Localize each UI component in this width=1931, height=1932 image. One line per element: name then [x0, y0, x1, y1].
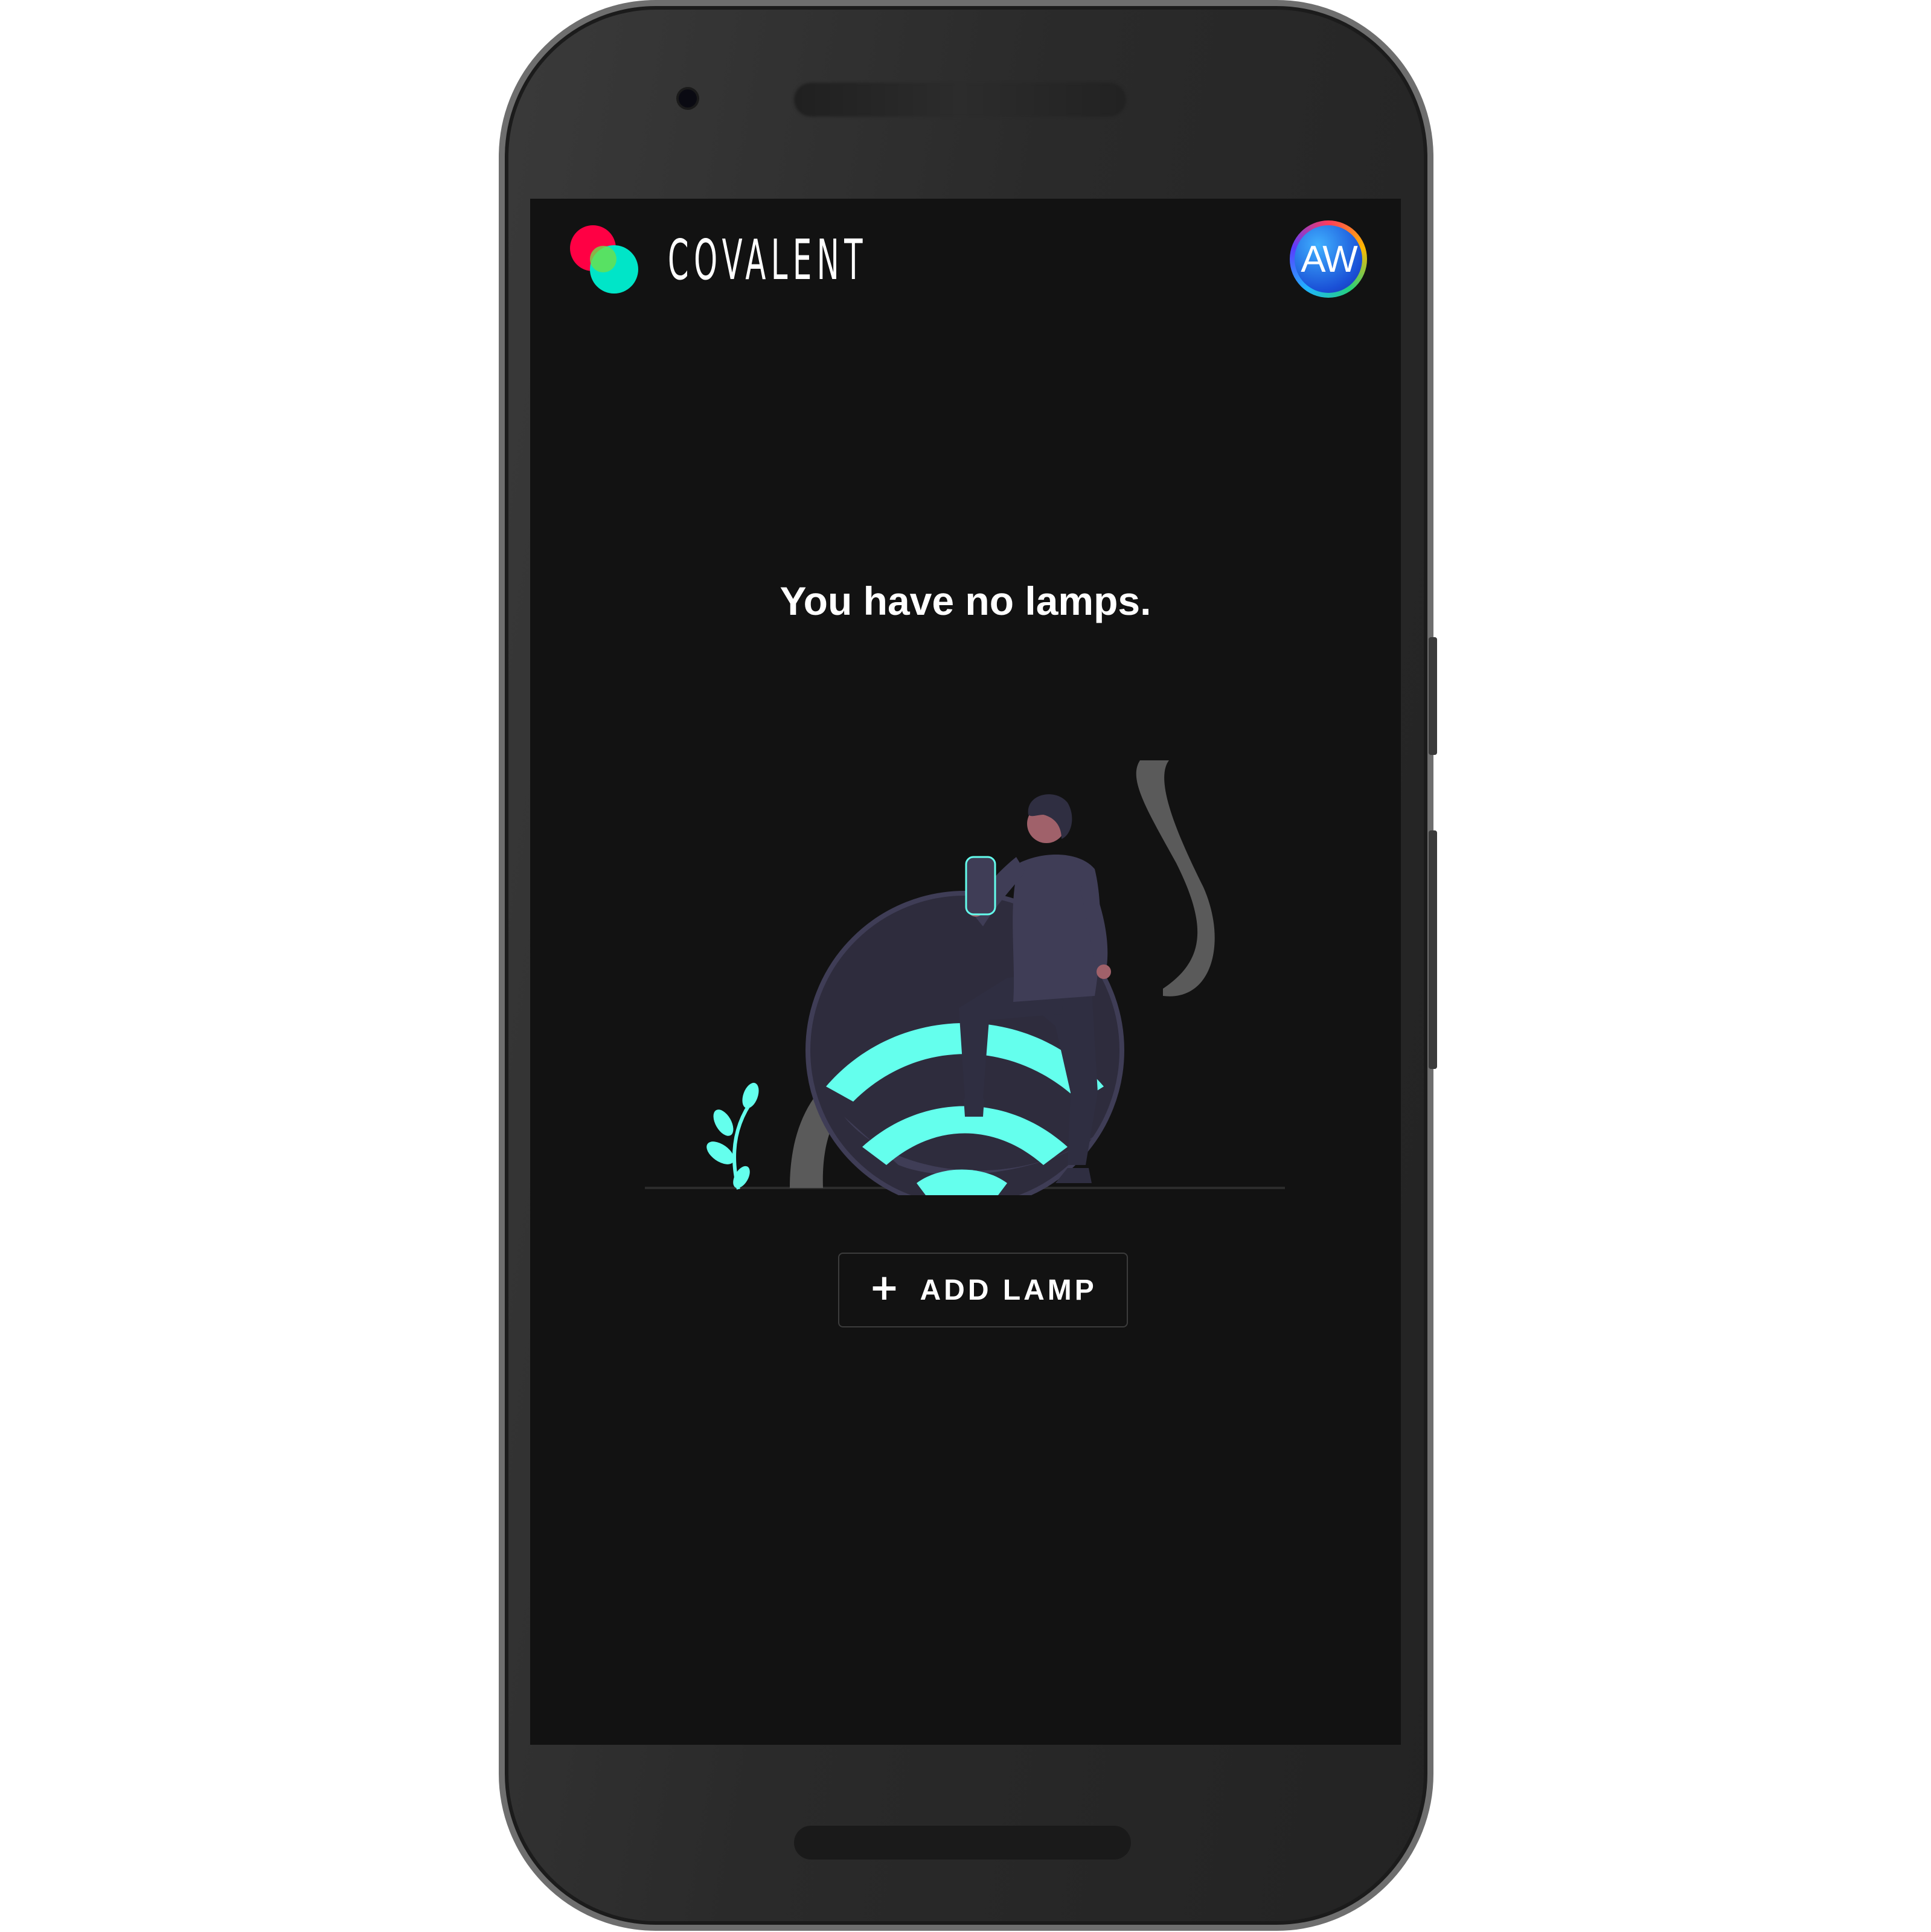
empty-state-message: You have no lamps. [780, 579, 1151, 623]
volume-up-button [1429, 637, 1437, 755]
person-hand [1097, 964, 1111, 979]
add-lamp-button[interactable]: + ADD LAMP [838, 1253, 1128, 1327]
plant-leaf [713, 1109, 734, 1136]
user-avatar[interactable]: AW [1290, 220, 1367, 298]
volume-down-button [1429, 830, 1437, 1069]
plus-icon: + [869, 1266, 900, 1309]
earpiece-speaker [794, 83, 1126, 117]
bottom-speaker [794, 1826, 1131, 1860]
avatar-initials: AW [1295, 225, 1362, 293]
person-shoe [964, 1099, 984, 1117]
empty-lamps-illustration [645, 760, 1285, 1195]
front-camera [679, 89, 697, 108]
covalent-logo-icon[interactable] [569, 223, 641, 295]
lamp-stand [1136, 760, 1215, 996]
app-screen: COVALENT AW You have no lamps. + ADD LAM… [530, 199, 1401, 1745]
person-torso [1013, 855, 1101, 1002]
phone-in-hand [965, 856, 996, 916]
plant-leaf [742, 1082, 759, 1109]
add-lamp-label: ADD LAMP [920, 1274, 1097, 1306]
brand-name: COVALENT [668, 228, 868, 292]
